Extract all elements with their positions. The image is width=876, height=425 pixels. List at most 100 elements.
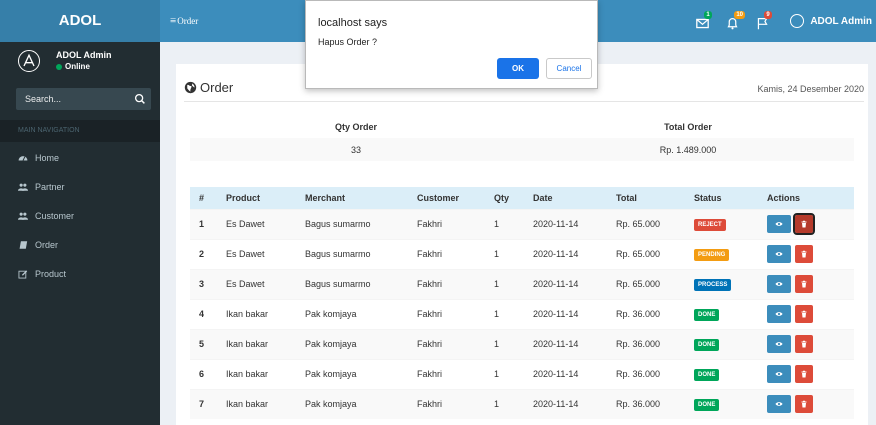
customer-cell: Fakhri <box>408 208 485 239</box>
trash-icon <box>801 310 807 318</box>
table-row: 5 Ikan bakar Pak komjaya Fakhri 1 2020-11-14 R… <box>190 328 854 359</box>
sidebar-item-label: Home <box>35 152 60 163</box>
total-cell: Rp. 36.000 <box>607 388 685 419</box>
row-number: 1 <box>190 208 217 239</box>
qty-cell: 1 <box>485 388 524 419</box>
eye-icon <box>775 222 783 226</box>
actions-cell <box>758 328 854 359</box>
eye-icon <box>775 402 783 407</box>
book-icon <box>19 240 28 249</box>
delete-button[interactable] <box>795 305 813 323</box>
merchant-cell: Pak komjaya <box>296 328 408 359</box>
eye-icon <box>775 372 783 376</box>
date-cell: 2020-11-14 <box>524 238 607 269</box>
page-title: Order <box>184 80 233 95</box>
ok-button[interactable]: OK <box>497 58 539 79</box>
sidebar-item-customer[interactable]: Customer <box>0 201 160 230</box>
sidebar-item-product[interactable]: Product <box>0 259 160 288</box>
status-badge: PENDING <box>694 248 730 261</box>
divider <box>184 101 864 102</box>
customer-cell: Fakhri <box>408 388 485 419</box>
sidebar-item-label: Partner <box>35 181 65 192</box>
view-button[interactable] <box>767 245 791 263</box>
current-date: Kamis, 24 Desember 2020 <box>757 84 864 94</box>
view-button[interactable] <box>767 215 791 233</box>
col-total: Total <box>607 187 685 209</box>
messages-badge: 1 <box>704 11 712 19</box>
notifications-menu[interactable]: 10 <box>726 11 746 30</box>
app-logo[interactable]: ADOL <box>0 0 160 42</box>
delete-button[interactable] <box>795 245 813 263</box>
qty-order-label: Qty Order <box>334 121 377 132</box>
merchant-cell: Bagus sumarmo <box>296 238 408 269</box>
view-button[interactable] <box>767 335 791 353</box>
users-icon <box>18 212 28 220</box>
user-avatar <box>18 50 40 72</box>
sidebar-item-label: Order <box>35 239 59 250</box>
search-input[interactable] <box>16 88 131 110</box>
qty-order-value: 33 <box>350 144 361 155</box>
qty-cell: 1 <box>485 238 524 269</box>
user-status: Online <box>56 62 90 71</box>
trash-icon <box>801 250 807 258</box>
col-date: Date <box>524 187 607 209</box>
total-order-value: Rp. 1.489.000 <box>659 144 717 155</box>
qty-cell: 1 <box>485 298 524 329</box>
status-badge: DONE <box>694 338 720 351</box>
total-cell: Rp. 36.000 <box>607 358 685 389</box>
delete-button[interactable] <box>795 335 813 353</box>
row-number: 4 <box>190 298 217 329</box>
view-button[interactable] <box>767 305 791 323</box>
notifications-badge: 10 <box>734 11 746 19</box>
sidebar-user-name: ADOL Admin <box>56 50 112 60</box>
sidebar-item-home[interactable]: Home <box>0 143 160 172</box>
qty-cell: 1 <box>485 208 524 239</box>
delete-button[interactable] <box>795 395 813 414</box>
status-badge: REJECT <box>694 218 726 231</box>
sidebar-toggle[interactable]: ≡Order <box>170 0 198 42</box>
toggle-label: Order <box>177 16 199 26</box>
tasks-menu[interactable]: 9 <box>756 11 772 30</box>
delete-button[interactable] <box>795 275 813 293</box>
status-cell: REJECT <box>685 208 758 239</box>
table-row: 3 Es Dawet Bagus sumarmo Fakhri 1 2020-11-14 R… <box>190 268 854 299</box>
product-cell: Es Dawet <box>217 208 296 239</box>
merchant-cell: Bagus sumarmo <box>296 268 408 299</box>
status-cell: DONE <box>685 388 758 419</box>
eye-icon <box>775 252 783 256</box>
delete-button[interactable] <box>793 213 815 235</box>
row-number: 3 <box>190 268 217 299</box>
customer-cell: Fakhri <box>408 298 485 329</box>
orders-table: # Product Merchant Customer Qty Date Tot… <box>190 187 854 419</box>
sidebar-item-partner[interactable]: Partner <box>0 172 160 201</box>
trash-icon <box>801 370 807 378</box>
sidebar-item-order[interactable]: Order <box>0 230 160 259</box>
view-button[interactable] <box>767 395 791 414</box>
product-cell: Es Dawet <box>217 268 296 299</box>
eye-icon <box>775 282 783 286</box>
status-badge: DONE <box>694 368 720 381</box>
eye-icon <box>775 342 783 346</box>
delete-button[interactable] <box>795 365 813 383</box>
table-row: 4 Ikan bakar Pak komjaya Fakhri 1 2020-11-14 R… <box>190 298 854 329</box>
total-cell: Rp. 65.000 <box>607 238 685 269</box>
actions-cell <box>758 358 854 389</box>
online-dot-icon <box>56 63 62 70</box>
user-menu[interactable]: ADOL Admin <box>790 14 872 28</box>
summary-header: Qty Order Total Order <box>190 115 854 138</box>
col-customer: Customer <box>408 187 485 209</box>
table-header-row: # Product Merchant Customer Qty Date Tot… <box>190 187 854 209</box>
nav-header: MAIN NAVIGATION <box>0 120 160 142</box>
view-button[interactable] <box>767 365 791 383</box>
view-button[interactable] <box>767 275 791 293</box>
search-icon[interactable] <box>133 92 147 106</box>
messages-menu[interactable]: 1 <box>696 11 712 29</box>
page-title-text: Order <box>200 80 234 95</box>
total-order-label: Total Order <box>664 121 712 132</box>
date-cell: 2020-11-14 <box>524 268 607 299</box>
navbar-right: 1 10 9 ADOL Admin <box>696 0 872 42</box>
row-number: 7 <box>190 388 217 419</box>
actions-cell <box>758 268 854 299</box>
product-cell: Ikan bakar <box>217 388 296 419</box>
cancel-button[interactable]: Cancel <box>546 58 592 79</box>
